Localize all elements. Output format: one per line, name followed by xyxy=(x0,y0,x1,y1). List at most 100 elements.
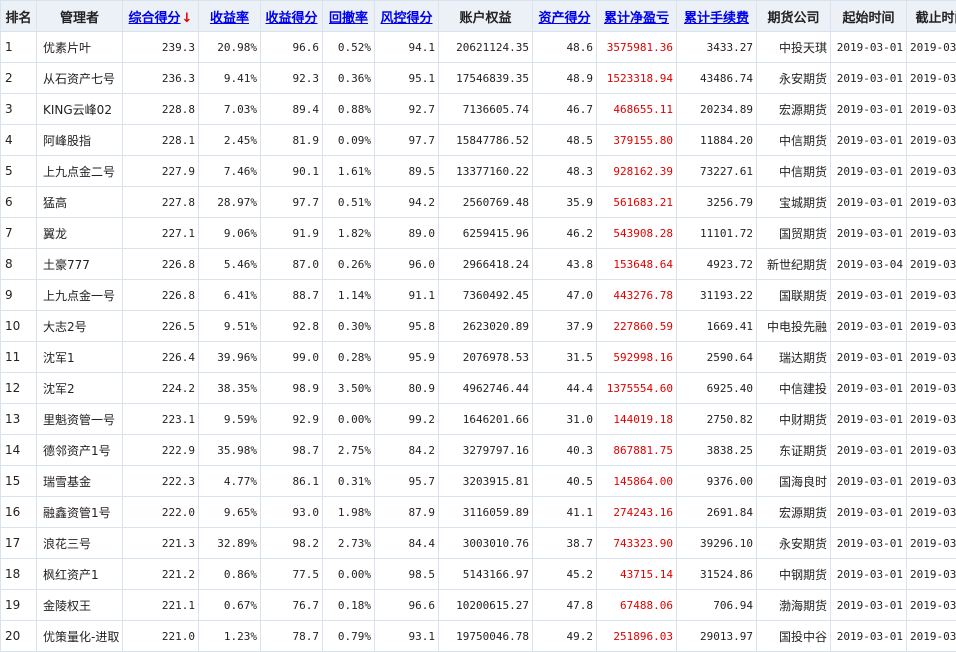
cell-risk-score: 95.9 xyxy=(374,341,439,373)
column-header-label: 期货公司 xyxy=(767,10,820,26)
cell-asset-score: 49.2 xyxy=(532,620,597,652)
cell-start-date: 2019-03-01 xyxy=(830,341,907,373)
cell-return-score: 92.3 xyxy=(260,62,323,94)
cell-return-rate: 9.51% xyxy=(198,310,261,342)
cell-rank: 13 xyxy=(0,403,37,435)
cell-asset-score: 44.4 xyxy=(532,372,597,404)
cell-end-date: 2019-03-05 xyxy=(906,620,956,652)
column-header-label[interactable]: 收益率 xyxy=(210,11,249,26)
cell-return-score: 88.7 xyxy=(260,279,323,311)
cell-risk-score: 87.9 xyxy=(374,496,439,528)
cell-return-score: 86.1 xyxy=(260,465,323,497)
column-header-drawdown[interactable]: 回撤率 xyxy=(322,0,375,32)
cell-return-score: 98.9 xyxy=(260,372,323,404)
cell-net-pnl: 227860.59 xyxy=(596,310,677,342)
cell-start-date: 2019-03-01 xyxy=(830,279,907,311)
sort-descending-icon[interactable]: ↓ xyxy=(182,11,193,26)
column-header-asset_score[interactable]: 资产得分 xyxy=(532,0,597,32)
cell-start-date: 2019-03-01 xyxy=(830,62,907,94)
cell-equity: 15847786.52 xyxy=(438,124,533,156)
cell-company: 中投天琪 xyxy=(756,31,831,63)
cell-asset-score: 40.5 xyxy=(532,465,597,497)
cell-equity: 7360492.45 xyxy=(438,279,533,311)
cell-asset-score: 35.9 xyxy=(532,186,597,218)
cell-start-date: 2019-03-01 xyxy=(830,434,907,466)
cell-return-score: 76.7 xyxy=(260,589,323,621)
cell-asset-score: 41.1 xyxy=(532,496,597,528)
column-header-label[interactable]: 综合得分 xyxy=(129,11,181,26)
cell-start-date: 2019-03-01 xyxy=(830,403,907,435)
cell-company: 国联期货 xyxy=(756,279,831,311)
cell-score: 227.8 xyxy=(122,186,199,218)
cell-rank: 7 xyxy=(0,217,37,249)
cell-return-score: 93.0 xyxy=(260,496,323,528)
cell-manager: 上九点金一号 xyxy=(36,279,123,311)
column-header-risk_score[interactable]: 风控得分 xyxy=(374,0,439,32)
cell-score: 227.9 xyxy=(122,155,199,187)
table-row: 5 上九点金二号 227.9 7.46% 90.1 1.61% 89.5 13377160.2… xyxy=(0,155,956,187)
cell-drawdown: 1.82% xyxy=(322,217,375,249)
cell-end-date: 2019-03-12 xyxy=(906,124,956,156)
cell-company: 宏源期货 xyxy=(756,496,831,528)
cell-return-rate: 0.67% xyxy=(198,589,261,621)
cell-score: 226.8 xyxy=(122,248,199,280)
cell-equity: 2560769.48 xyxy=(438,186,533,218)
cell-end-date: 2019-03-12 xyxy=(906,496,956,528)
cell-equity: 2966418.24 xyxy=(438,248,533,280)
cell-asset-score: 48.5 xyxy=(532,124,597,156)
column-header-return_score[interactable]: 收益得分 xyxy=(260,0,323,32)
cell-return-rate: 0.86% xyxy=(198,558,261,590)
table-row: 10 大志2号 226.5 9.51% 92.8 0.30% 95.8 2623020.89 3… xyxy=(0,310,956,342)
table-row: 6 猛高 227.8 28.97% 97.7 0.51% 94.2 2560769.48 35.… xyxy=(0,186,956,218)
cell-asset-score: 47.0 xyxy=(532,279,597,311)
cell-return-rate: 9.65% xyxy=(198,496,261,528)
table-row: 7 翼龙 227.1 9.06% 91.9 1.82% 89.0 6259415.96 46.2… xyxy=(0,217,956,249)
cell-start-date: 2019-03-01 xyxy=(830,558,907,590)
cell-end-date: 2019-03-12 xyxy=(906,434,956,466)
column-header-score[interactable]: 综合得分↓ xyxy=(122,0,199,32)
column-header-label[interactable]: 回撤率 xyxy=(329,11,368,26)
column-header-label[interactable]: 资产得分 xyxy=(538,11,590,26)
cell-rank: 9 xyxy=(0,279,37,311)
cell-equity: 2076978.53 xyxy=(438,341,533,373)
cell-net-pnl: 928162.39 xyxy=(596,155,677,187)
cell-rank: 6 xyxy=(0,186,37,218)
table-row: 18 枫红资产1 221.2 0.86% 77.5 0.00% 98.5 5143166.97… xyxy=(0,558,956,590)
cell-manager: 大志2号 xyxy=(36,310,123,342)
cell-risk-score: 95.1 xyxy=(374,62,439,94)
cell-rank: 14 xyxy=(0,434,37,466)
column-header-label[interactable]: 收益得分 xyxy=(265,11,317,26)
cell-asset-score: 48.9 xyxy=(532,62,597,94)
cell-fees: 9376.00 xyxy=(676,465,757,497)
cell-return-score: 92.9 xyxy=(260,403,323,435)
cell-fees: 1669.41 xyxy=(676,310,757,342)
column-header-company: 期货公司 xyxy=(756,0,831,32)
column-header-label[interactable]: 风控得分 xyxy=(380,11,432,26)
cell-return-score: 98.2 xyxy=(260,527,323,559)
cell-return-rate: 2.45% xyxy=(198,124,261,156)
cell-risk-score: 94.2 xyxy=(374,186,439,218)
cell-score: 227.1 xyxy=(122,217,199,249)
cell-equity: 1646201.66 xyxy=(438,403,533,435)
cell-drawdown: 1.14% xyxy=(322,279,375,311)
cell-company: 永安期货 xyxy=(756,62,831,94)
cell-return-rate: 35.98% xyxy=(198,434,261,466)
column-header-net_pnl[interactable]: 累计净盈亏 xyxy=(596,0,677,32)
table-row: 15 瑞雪基金 222.3 4.77% 86.1 0.31% 95.7 3203915.81 4… xyxy=(0,465,956,497)
cell-score: 224.2 xyxy=(122,372,199,404)
cell-score: 221.1 xyxy=(122,589,199,621)
column-header-label[interactable]: 累计手续费 xyxy=(684,11,749,26)
column-header-fees[interactable]: 累计手续费 xyxy=(676,0,757,32)
cell-equity: 17546839.35 xyxy=(438,62,533,94)
cell-start-date: 2019-03-01 xyxy=(830,620,907,652)
cell-return-rate: 32.89% xyxy=(198,527,261,559)
column-header-label[interactable]: 累计净盈亏 xyxy=(604,11,669,26)
cell-rank: 16 xyxy=(0,496,37,528)
cell-equity: 3203915.81 xyxy=(438,465,533,497)
cell-company: 中信期货 xyxy=(756,155,831,187)
cell-company: 中钢期货 xyxy=(756,558,831,590)
cell-equity: 5143166.97 xyxy=(438,558,533,590)
column-header-return_rate[interactable]: 收益率 xyxy=(198,0,261,32)
cell-drawdown: 0.31% xyxy=(322,465,375,497)
cell-manager: 浪花三号 xyxy=(36,527,123,559)
